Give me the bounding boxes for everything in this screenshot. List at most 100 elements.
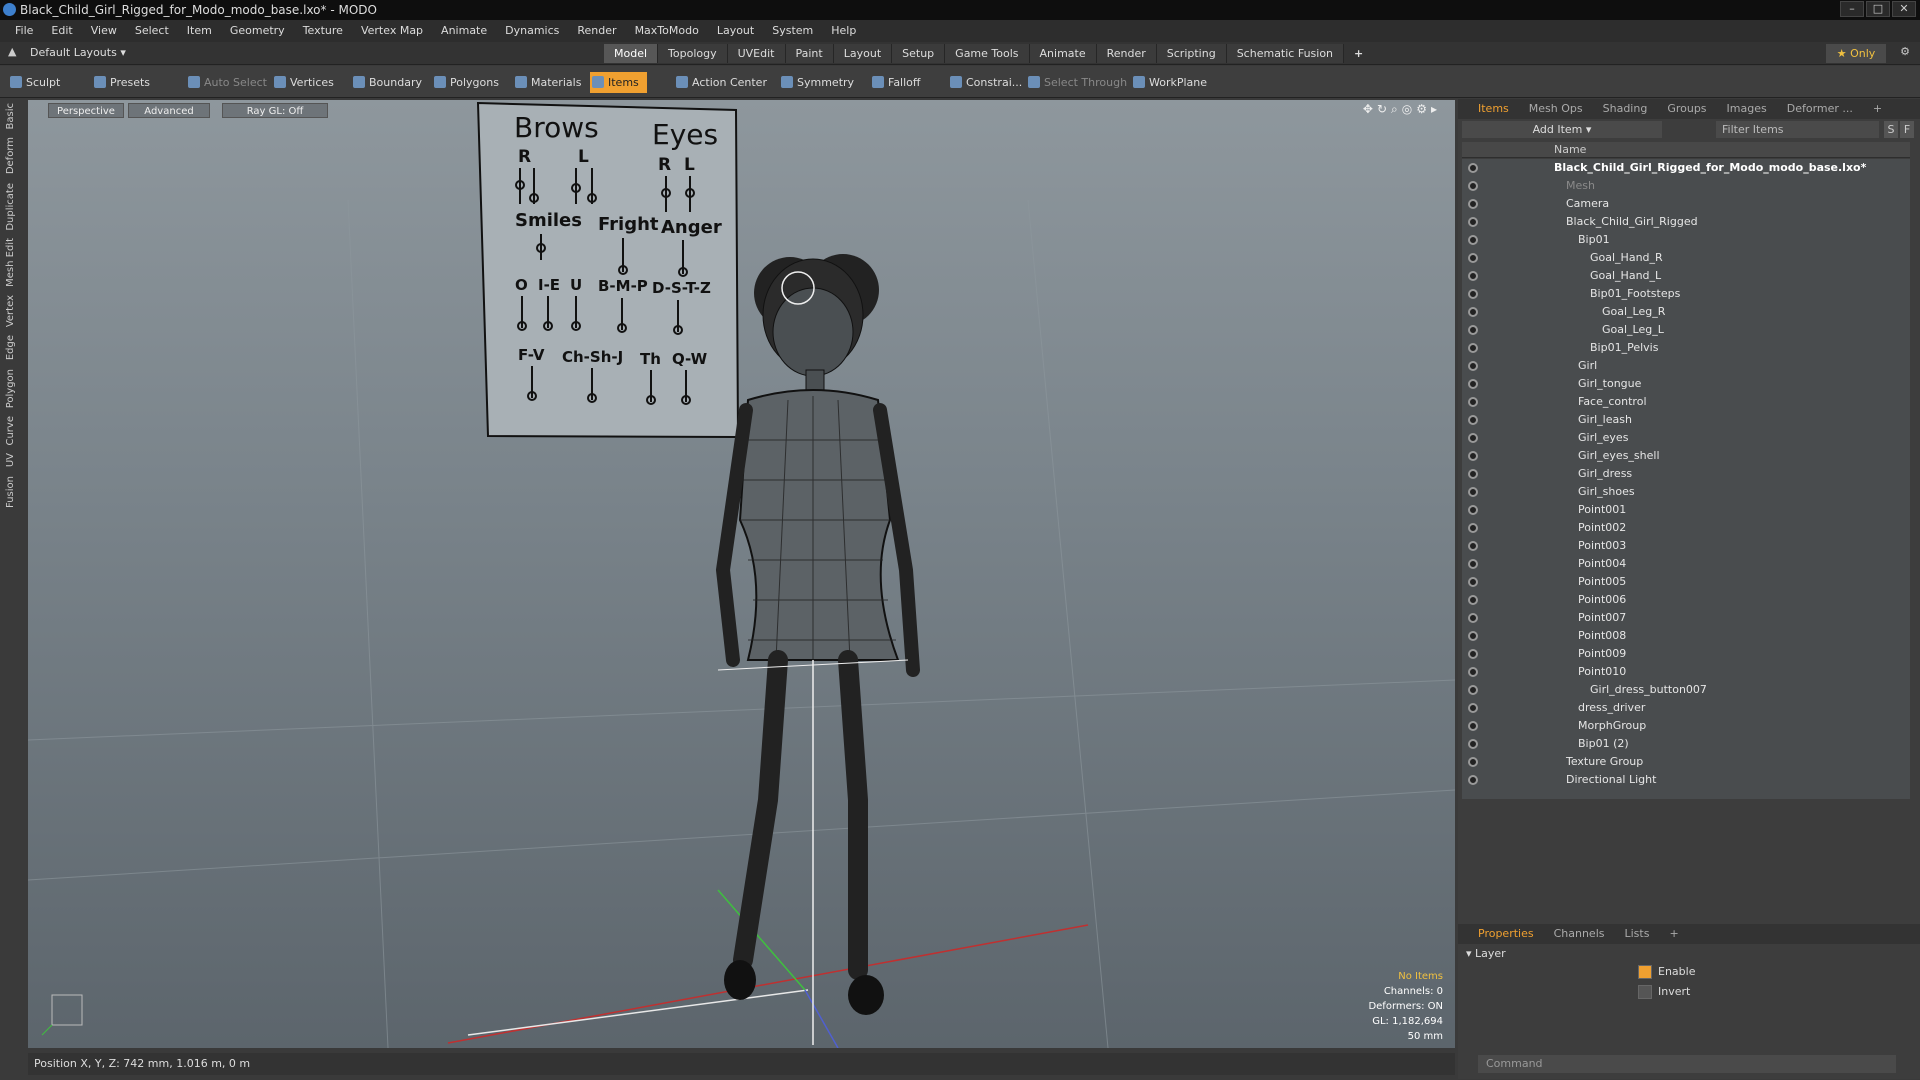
menu-texture[interactable]: Texture: [294, 20, 352, 42]
tab-layout[interactable]: Layout: [833, 44, 893, 63]
menu-animate[interactable]: Animate: [432, 20, 496, 42]
visibility-eye-icon[interactable]: [1468, 235, 1478, 245]
visibility-eye-icon[interactable]: [1468, 541, 1478, 551]
tree-row[interactable]: Point002: [1462, 519, 1910, 537]
tree-row[interactable]: Girl_eyes: [1462, 429, 1910, 447]
name-column-header[interactable]: Name: [1554, 142, 1586, 158]
tree-row[interactable]: Girl_tongue: [1462, 375, 1910, 393]
add-item-dropdown[interactable]: Add Item ▾: [1462, 121, 1662, 138]
sculpt-button[interactable]: Sculpt: [8, 72, 60, 93]
tree-row[interactable]: Mesh: [1462, 177, 1910, 195]
add-panel-tab-button[interactable]: +: [1863, 99, 1892, 119]
boundary-button[interactable]: Boundary: [351, 72, 422, 93]
tree-row[interactable]: Goal_Leg_R: [1462, 303, 1910, 321]
left-tab-uv[interactable]: UV: [0, 449, 21, 471]
command-input[interactable]: Command: [1478, 1055, 1896, 1073]
tab-scripting[interactable]: Scripting: [1156, 44, 1227, 63]
visibility-eye-icon[interactable]: [1468, 649, 1478, 659]
tree-row[interactable]: Goal_Hand_L: [1462, 267, 1910, 285]
visibility-eye-icon[interactable]: [1468, 199, 1478, 209]
tree-row[interactable]: Point001: [1462, 501, 1910, 519]
items-button[interactable]: Items: [590, 72, 647, 93]
visibility-eye-icon[interactable]: [1468, 523, 1478, 533]
tab-deformers[interactable]: Deformer ...: [1777, 99, 1863, 119]
tree-row[interactable]: Bip01_Footsteps: [1462, 285, 1910, 303]
visibility-eye-icon[interactable]: [1468, 487, 1478, 497]
menu-view[interactable]: View: [82, 20, 126, 42]
visibility-eye-icon[interactable]: [1468, 631, 1478, 641]
tree-row[interactable]: Point009: [1462, 645, 1910, 663]
left-tab-fusion[interactable]: Fusion: [0, 472, 21, 512]
tree-row[interactable]: Girl_dress_button007: [1462, 681, 1910, 699]
tree-row[interactable]: MorphGroup: [1462, 717, 1910, 735]
only-button[interactable]: ★ Only: [1826, 44, 1886, 63]
tree-row[interactable]: Camera: [1462, 195, 1910, 213]
invert-checkbox[interactable]: [1638, 985, 1652, 999]
tree-row[interactable]: Face_control: [1462, 393, 1910, 411]
tree-row[interactable]: Point004: [1462, 555, 1910, 573]
tree-row[interactable]: Girl: [1462, 357, 1910, 375]
visibility-eye-icon[interactable]: [1468, 775, 1478, 785]
tab-items[interactable]: Items: [1468, 99, 1519, 119]
menu-item[interactable]: Item: [178, 20, 221, 42]
visibility-eye-icon[interactable]: [1468, 757, 1478, 767]
visibility-eye-icon[interactable]: [1468, 307, 1478, 317]
tree-row[interactable]: Black_Child_Girl_Rigged_for_Modo_modo_ba…: [1462, 159, 1910, 177]
visibility-eye-icon[interactable]: [1468, 505, 1478, 515]
tree-row[interactable]: Bip01 (2): [1462, 735, 1910, 753]
tree-row[interactable]: Goal_Leg_L: [1462, 321, 1910, 339]
presets-button[interactable]: Presets: [92, 72, 150, 93]
action-center-button[interactable]: Action Center: [674, 72, 767, 93]
visibility-eye-icon[interactable]: [1468, 415, 1478, 425]
tree-row[interactable]: Point010: [1462, 663, 1910, 681]
menu-render[interactable]: Render: [568, 20, 625, 42]
visibility-eye-icon[interactable]: [1468, 289, 1478, 299]
menu-layout[interactable]: Layout: [708, 20, 763, 42]
visibility-eye-icon[interactable]: [1468, 685, 1478, 695]
gear-icon[interactable]: ⚙: [1900, 45, 1910, 58]
visibility-eye-icon[interactable]: [1468, 595, 1478, 605]
menu-vertex-map[interactable]: Vertex Map: [352, 20, 432, 42]
add-tab-button[interactable]: +: [1344, 44, 1373, 63]
left-tab-basic[interactable]: Basic: [0, 99, 21, 133]
maximize-button[interactable]: □: [1866, 1, 1890, 17]
tree-row[interactable]: Girl_dress: [1462, 465, 1910, 483]
minimize-button[interactable]: –: [1840, 1, 1864, 17]
tree-row[interactable]: Black_Child_Girl_Rigged: [1462, 213, 1910, 231]
filter-f-button[interactable]: F: [1900, 121, 1914, 138]
menu-select[interactable]: Select: [126, 20, 178, 42]
tree-row[interactable]: Directional Light: [1462, 771, 1910, 789]
tree-row[interactable]: Point005: [1462, 573, 1910, 591]
menu-help[interactable]: Help: [822, 20, 865, 42]
tree-row[interactable]: Texture Group: [1462, 753, 1910, 771]
visibility-eye-icon[interactable]: [1468, 577, 1478, 587]
visibility-eye-icon[interactable]: [1468, 721, 1478, 731]
tab-render[interactable]: Render: [1096, 44, 1157, 63]
tree-row[interactable]: Point008: [1462, 627, 1910, 645]
polygons-button[interactable]: Polygons: [432, 72, 499, 93]
visibility-eye-icon[interactable]: [1468, 343, 1478, 353]
visibility-eye-icon[interactable]: [1468, 379, 1478, 389]
filter-s-button[interactable]: S: [1884, 121, 1898, 138]
default-layouts-dropdown[interactable]: Default Layouts ▾: [30, 46, 126, 59]
tree-row[interactable]: Goal_Hand_R: [1462, 249, 1910, 267]
visibility-eye-icon[interactable]: [1468, 667, 1478, 677]
menu-dynamics[interactable]: Dynamics: [496, 20, 568, 42]
materials-button[interactable]: Materials: [513, 72, 581, 93]
falloff-button[interactable]: Falloff: [870, 72, 920, 93]
tree-row[interactable]: Point006: [1462, 591, 1910, 609]
tab-images[interactable]: Images: [1717, 99, 1777, 119]
left-tab-curve[interactable]: Curve: [0, 412, 21, 450]
tab-topology[interactable]: Topology: [658, 44, 728, 63]
3d-viewport[interactable]: Perspective Advanced Ray GL: Off ✥↻⌕◎⚙▸ …: [28, 100, 1455, 1048]
tab-mesh-ops[interactable]: Mesh Ops: [1519, 99, 1593, 119]
tab-channels[interactable]: Channels: [1544, 924, 1615, 944]
tree-row[interactable]: Girl_eyes_shell: [1462, 447, 1910, 465]
left-tab-polygon[interactable]: Polygon: [0, 365, 21, 412]
workplane-button[interactable]: WorkPlane: [1131, 72, 1207, 93]
visibility-eye-icon[interactable]: [1468, 433, 1478, 443]
vertices-button[interactable]: Vertices: [272, 72, 334, 93]
left-tab-deform[interactable]: Deform: [0, 133, 21, 178]
menu-system[interactable]: System: [763, 20, 822, 42]
tab-animate[interactable]: Animate: [1029, 44, 1097, 63]
